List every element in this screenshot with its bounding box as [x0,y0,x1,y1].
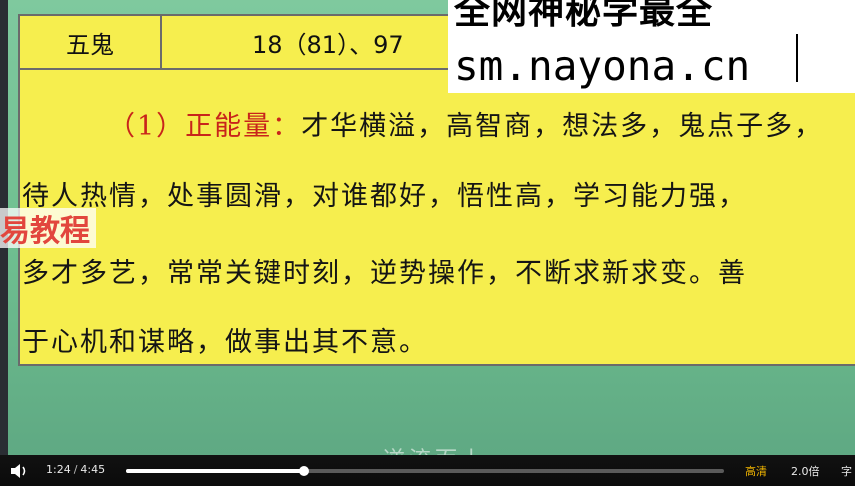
progress-fill [126,469,304,473]
progress-bar[interactable] [126,466,724,476]
video-frame[interactable]: 五鬼 18（81）、97 （1）正能量：才华横溢，高智商，想法多，鬼点子多， 待… [0,0,855,455]
time-separator: / [73,463,78,476]
slide-line-2: 待人热情，处事圆滑，对谁都好，悟性高，学习能力强， [22,181,747,212]
subtitle-text: 逆流而上 [383,442,487,455]
slide-line-text: 才华横溢，高智商，想法多，鬼点子多， [301,111,824,142]
watermark-top-text: 全网神秘学最全 [454,0,714,32]
slide-line-3: 多才多艺，常常关键时刻，逆势操作，不断求新求变。善 [22,258,747,289]
quality-button[interactable]: 高清 [745,463,767,479]
channel-logo: 易教程 [0,208,96,249]
text-cursor [796,34,798,82]
watermark-url: sm.nayona.cn [454,42,751,90]
slide-line-4: 于心机和谋略，做事出其不意。 [22,327,428,358]
player-controls: 1:24/4:45 高清 2.0倍 字 [0,455,855,486]
table-label-cell: 五鬼 [20,16,162,68]
current-time: 1:24 [46,463,71,476]
volume-icon[interactable] [10,463,28,479]
watermark-box: 全网神秘学最全 sm.nayona.cn [448,0,855,93]
duration: 4:45 [80,463,106,476]
caption-button[interactable]: 字 [841,463,852,479]
progress-knob[interactable] [298,466,309,476]
slide-line-prefix: （1）正能量： [108,111,302,142]
slide-line-1: （1）正能量：才华横溢，高智商，想法多，鬼点子多， [108,104,823,143]
speed-button[interactable]: 2.0倍 [791,463,820,479]
time-display: 1:24/4:45 [46,463,105,476]
